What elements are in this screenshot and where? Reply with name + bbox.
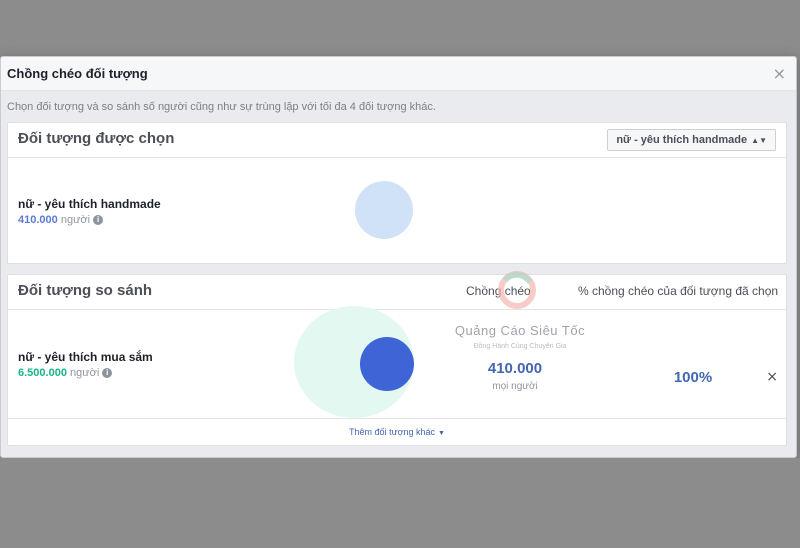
selected-audience-size: 410.000 người i — [18, 214, 104, 226]
overlap-column-header: Chồng chéo — [466, 284, 531, 298]
dialog-description: Chọn đối tượng và so sánh số người cũng … — [7, 101, 436, 113]
panel-header: Đối tượng được chọn nữ - yêu thích handm… — [8, 123, 786, 158]
sort-arrows-icon: ▲▼ — [751, 136, 767, 145]
percent-column-header: % chồng chéo của đối tượng đã chọn — [578, 284, 779, 298]
selected-audience-panel: Đối tượng được chọn nữ - yêu thích handm… — [7, 122, 787, 264]
overlap-percent: 100% — [673, 369, 713, 386]
remove-audience-icon[interactable]: × — [766, 369, 778, 385]
add-audience-label: Thêm đối tượng khác — [349, 427, 436, 437]
selected-audience-unit: người — [60, 214, 91, 226]
compare-audience-name: nữ - yêu thích mua sắm — [18, 350, 153, 364]
audience-select-dropdown[interactable]: nữ - yêu thích handmade ▲▼ — [607, 129, 776, 151]
info-icon[interactable]: i — [102, 368, 113, 379]
overlap-unit: mọi người — [492, 381, 538, 392]
overlap-circle — [360, 337, 414, 391]
selected-audience-title: Đối tượng được chọn — [18, 130, 175, 147]
overlap-count: 410.000 — [487, 360, 543, 377]
compare-audience-title: Đối tượng so sánh — [18, 282, 153, 299]
compare-audience-unit: người — [70, 367, 100, 379]
panel-header: Đối tượng so sánh Chồng chéo % chồng ché… — [8, 275, 786, 310]
compare-audience-panel: Đối tượng so sánh Chồng chéo % chồng ché… — [7, 274, 787, 446]
audience-select-value: nữ - yêu thích handmade — [616, 134, 748, 146]
compare-audience-count: 6.500.000 — [18, 367, 67, 379]
caret-down-icon: ▼ — [438, 430, 445, 437]
modal-backdrop-top — [0, 0, 800, 56]
close-icon[interactable]: × — [773, 64, 786, 83]
selected-audience-name: nữ - yêu thích handmade — [18, 197, 161, 211]
info-icon[interactable]: i — [93, 215, 104, 226]
dialog-title: Chồng chéo đối tượng — [7, 66, 148, 81]
audience-overlap-dialog: Chồng chéo đối tượng × Chọn đối tượng và… — [0, 56, 797, 458]
panel-footer: Thêm đối tượng khác ▼ — [8, 418, 786, 445]
dialog-header: Chồng chéo đối tượng × — [1, 57, 796, 91]
modal-backdrop-bottom — [0, 458, 800, 548]
add-audience-link[interactable]: Thêm đối tượng khác ▼ — [8, 427, 786, 437]
compare-audience-size: 6.500.000 người i — [18, 367, 113, 379]
selected-audience-count: 410.000 — [18, 214, 58, 226]
selected-audience-circle — [355, 181, 413, 239]
